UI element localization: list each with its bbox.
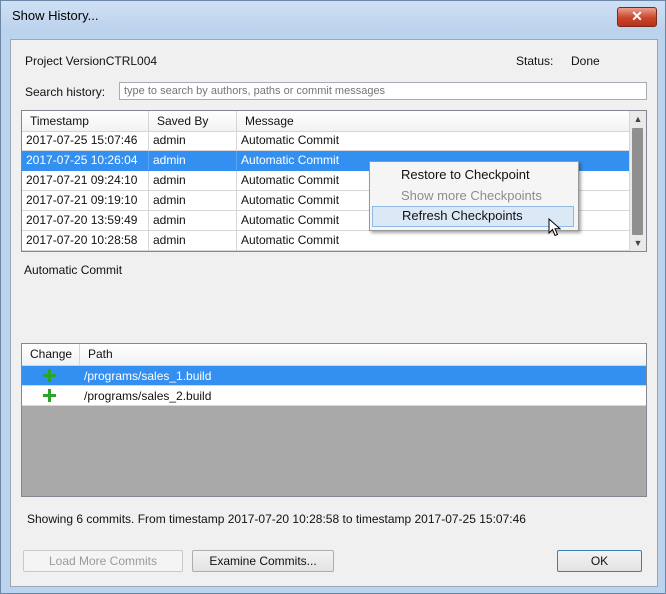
menu-item-restore-to-checkpoint[interactable]: Restore to Checkpoint xyxy=(372,165,574,186)
project-label: Project VersionCTRL004 xyxy=(25,54,158,68)
commits-summary: Showing 6 commits. From timestamp 2017-0… xyxy=(27,512,526,526)
mouse-cursor-icon xyxy=(548,218,562,237)
column-header-timestamp[interactable]: Timestamp xyxy=(22,111,149,131)
commit-saved-by: admin xyxy=(149,131,237,150)
column-header-path[interactable]: Path xyxy=(80,344,646,365)
commit-timestamp: 2017-07-21 09:19:10 xyxy=(22,191,149,210)
scroll-down-arrow-icon[interactable]: ▼ xyxy=(630,236,646,250)
commit-timestamp: 2017-07-21 09:24:10 xyxy=(22,171,149,190)
search-label: Search history: xyxy=(25,85,106,99)
change-row-selected[interactable]: /programs/sales_1.build xyxy=(22,366,646,386)
changes-table-header: Change Path xyxy=(22,344,646,366)
added-plus-icon xyxy=(43,369,56,382)
added-plus-icon xyxy=(43,389,56,402)
commit-timestamp: 2017-07-25 15:07:46 xyxy=(22,131,149,150)
status-label: Status: xyxy=(516,54,554,68)
scrollbar-thumb[interactable] xyxy=(632,128,643,235)
commit-row[interactable]: 2017-07-20 10:28:58 admin Automatic Comm… xyxy=(22,231,629,251)
change-row[interactable]: /programs/sales_2.build xyxy=(22,386,646,406)
close-button[interactable]: ✕ xyxy=(617,7,657,27)
search-input[interactable] xyxy=(119,82,647,100)
ok-button[interactable]: OK xyxy=(557,550,642,572)
commit-row[interactable]: 2017-07-25 15:07:46 admin Automatic Comm… xyxy=(22,131,629,151)
commit-timestamp: 2017-07-20 13:59:49 xyxy=(22,211,149,230)
load-more-commits-button[interactable]: Load More Commits xyxy=(23,550,183,572)
commit-saved-by: admin xyxy=(149,211,237,230)
commit-message: Automatic Commit xyxy=(241,133,340,147)
menu-item-refresh-checkpoints[interactable]: Refresh Checkpoints xyxy=(372,206,574,227)
menu-item-show-more-checkpoints[interactable]: Show more Checkpoints xyxy=(372,186,574,207)
change-path: /programs/sales_2.build xyxy=(84,389,212,403)
close-icon: ✕ xyxy=(631,8,643,24)
commit-message-text: Automatic Commit xyxy=(24,263,123,277)
change-path: /programs/sales_1.build xyxy=(84,369,212,383)
commits-table-header: Timestamp Saved By Message xyxy=(22,111,629,132)
commit-timestamp: 2017-07-25 10:26:04 xyxy=(22,151,149,170)
commits-scrollbar[interactable]: ▲ ▼ xyxy=(629,111,646,251)
commit-message: Automatic Commit xyxy=(241,233,340,247)
commit-saved-by: admin xyxy=(149,171,237,190)
window-title: Show History... xyxy=(12,8,99,23)
commit-saved-by: admin xyxy=(149,231,237,250)
dialog-body: Project VersionCTRL004 Status: Done Sear… xyxy=(10,39,658,587)
column-header-message[interactable]: Message xyxy=(237,111,629,131)
commit-saved-by: admin xyxy=(149,191,237,210)
column-header-saved-by[interactable]: Saved By xyxy=(149,111,237,131)
status-value: Done xyxy=(571,54,600,68)
commit-timestamp: 2017-07-20 10:28:58 xyxy=(22,231,149,250)
title-bar[interactable]: Show History... ✕ xyxy=(1,1,665,31)
scroll-up-arrow-icon[interactable]: ▲ xyxy=(630,112,646,126)
examine-commits-button[interactable]: Examine Commits... xyxy=(192,550,334,572)
show-history-window: Show History... ✕ Project VersionCTRL004… xyxy=(0,0,666,594)
commit-message-panel[interactable]: Automatic Commit xyxy=(21,259,645,337)
column-header-change[interactable]: Change xyxy=(22,344,80,365)
commit-saved-by: admin xyxy=(149,151,237,170)
changes-table[interactable]: Change Path /programs/sales_1.build /pro… xyxy=(21,343,647,497)
